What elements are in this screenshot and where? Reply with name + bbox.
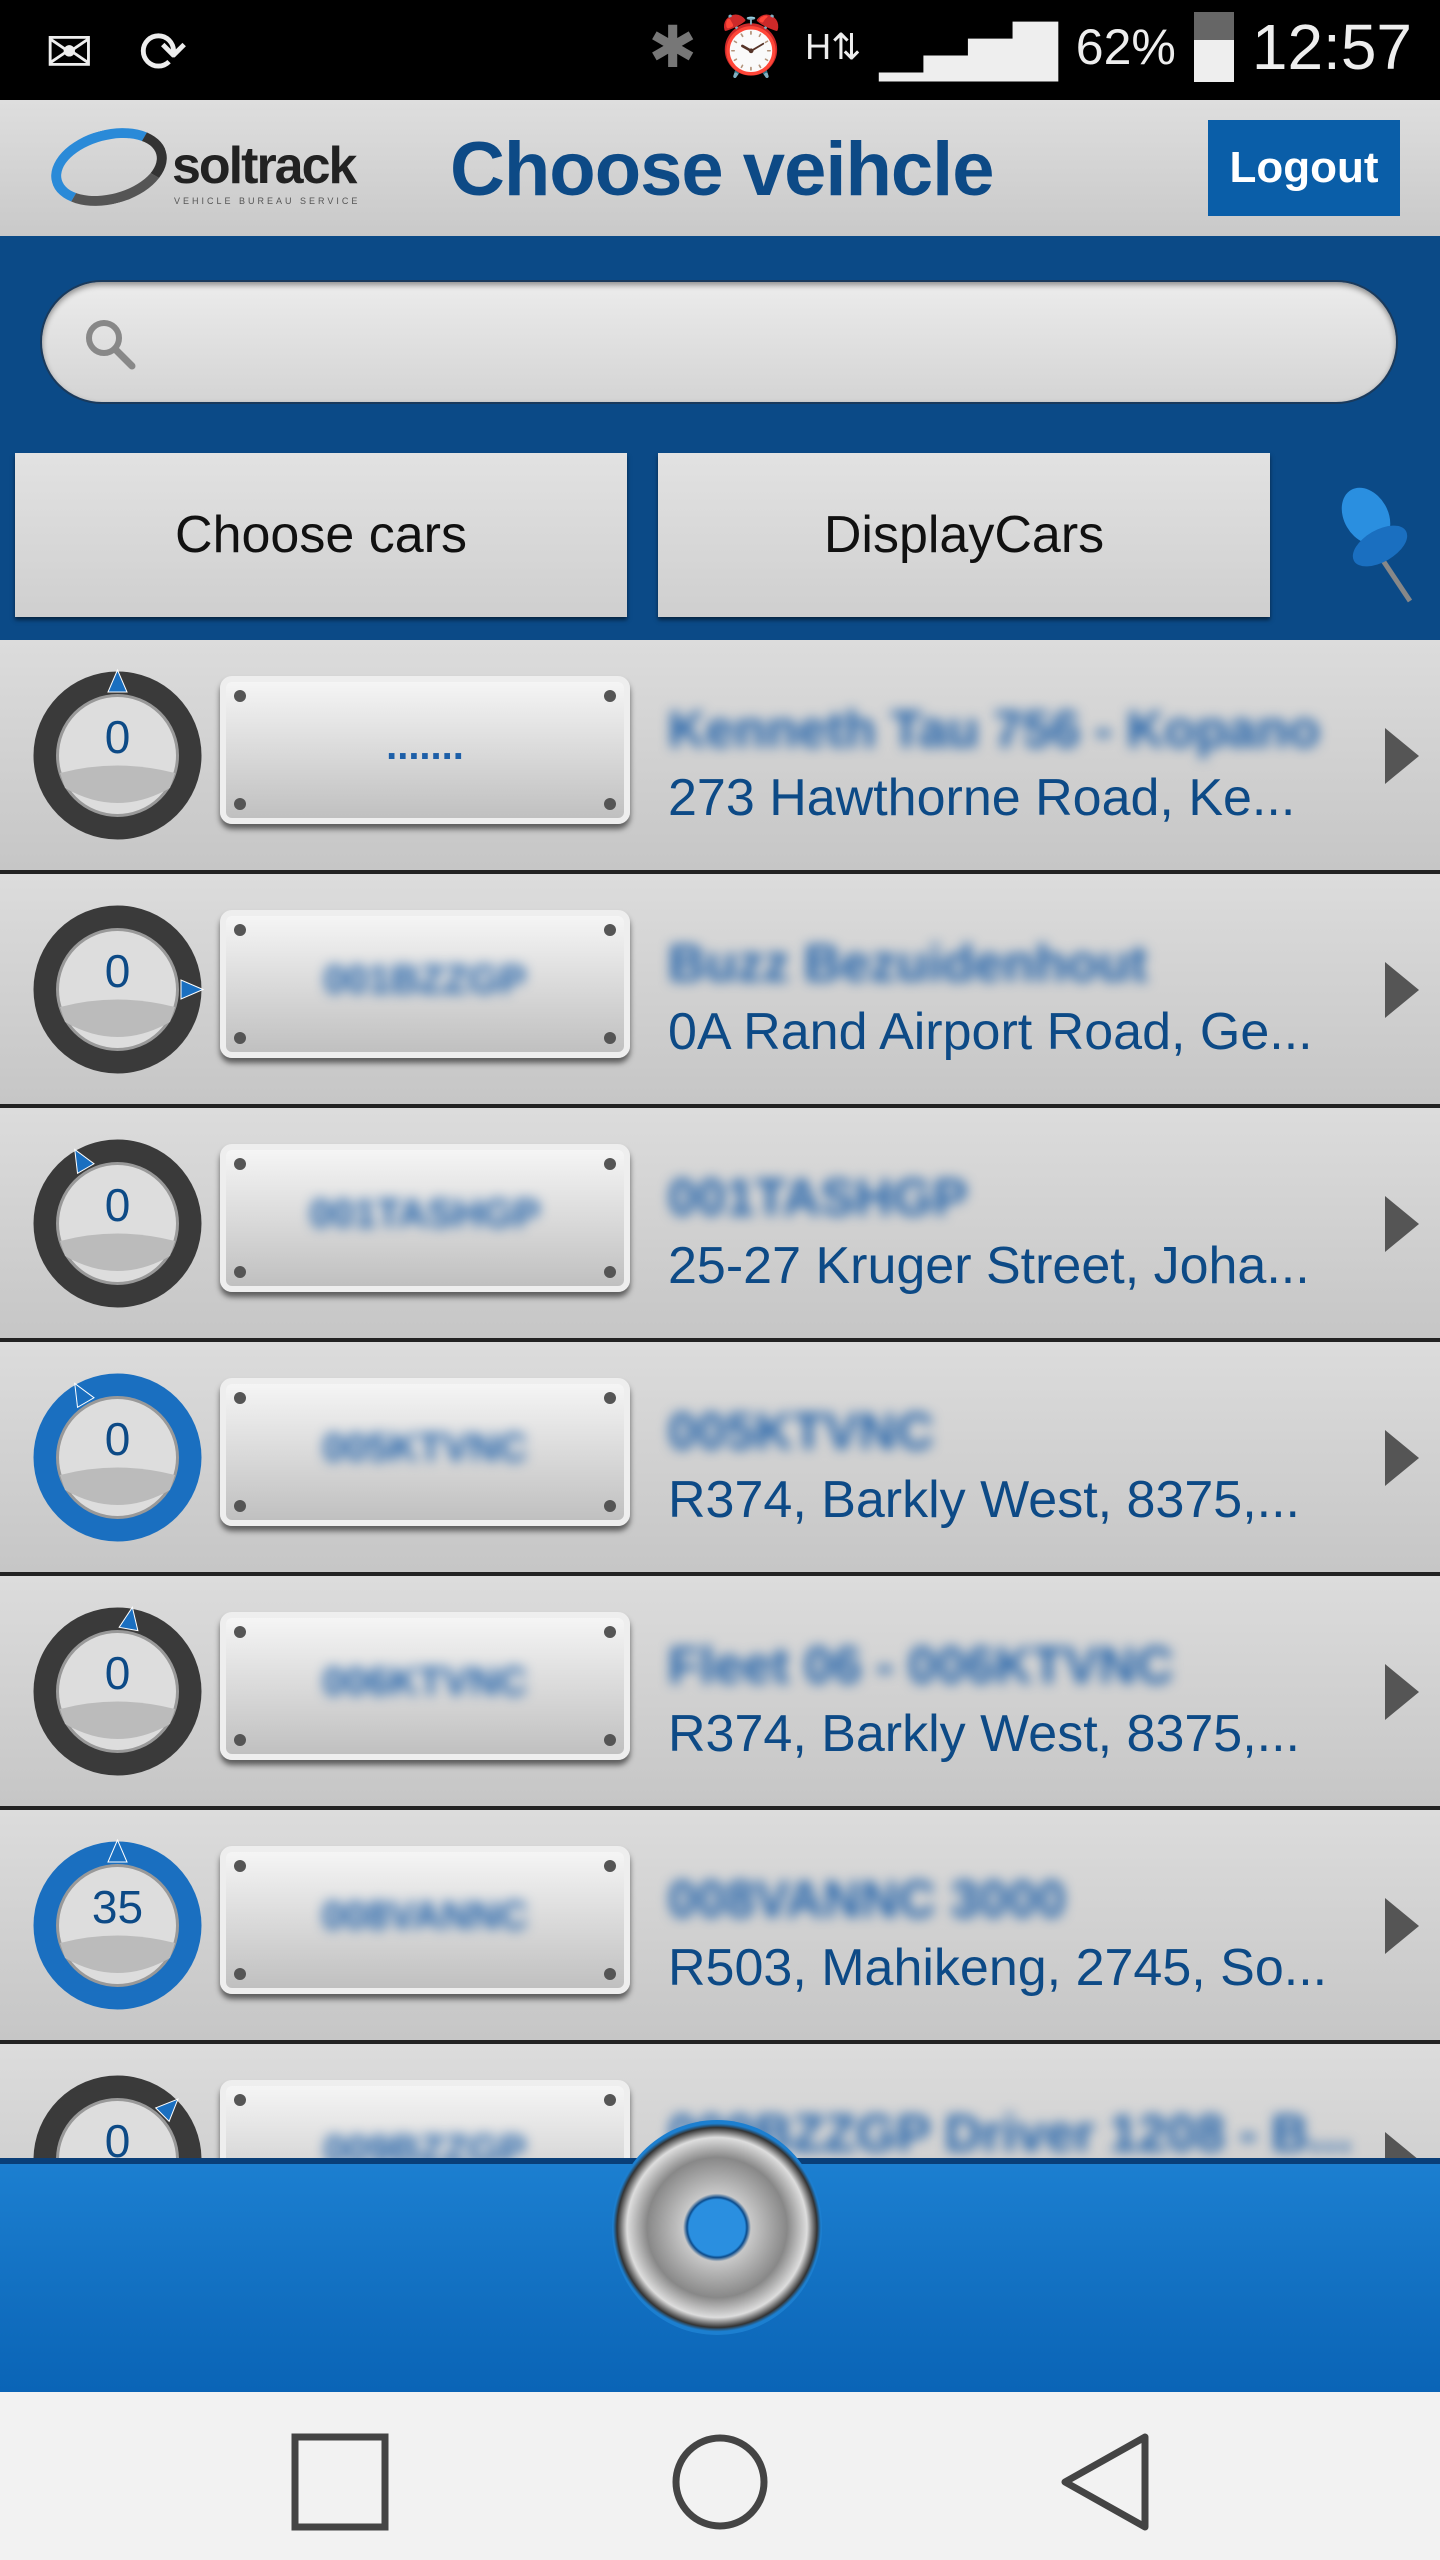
speed-value: 0 xyxy=(104,945,131,997)
vehicle-address: 273 Hawthorne Road, Ke... xyxy=(668,769,1296,827)
license-plate: 006KTVNC xyxy=(220,1612,630,1760)
sync-icon: ⟳ xyxy=(138,20,188,85)
plate-text: ....... xyxy=(386,724,464,768)
vehicle-row[interactable]: 0 001TASHGP 001TASHGP 25-27 Kruger Stree… xyxy=(0,1108,1440,1342)
vehicle-list[interactable]: 0 ....... Kenneth Tau 756 - Kopano 273 H… xyxy=(0,640,1440,2158)
android-nav-bar xyxy=(0,2392,1440,2560)
vehicle-row[interactable]: 0 001BZZGP Buzz Bezuidenhout 0A Rand Air… xyxy=(0,874,1440,1108)
speed-value: 0 xyxy=(104,1647,131,1699)
chevron-right-icon[interactable] xyxy=(1385,728,1419,784)
clock: 12:57 xyxy=(1251,11,1412,83)
signal-icon: ▁▃▅▇ xyxy=(879,15,1058,80)
license-plate: 001TASHGP xyxy=(220,1144,630,1292)
vehicle-row[interactable]: 0 005KTVNC 005KTVNC R374, Barkly West, 8… xyxy=(0,1342,1440,1576)
vehicle-name: 005KTVNC xyxy=(668,1403,934,1461)
search-input[interactable] xyxy=(152,302,1352,382)
speed-value: 0 xyxy=(104,1179,131,1231)
vehicle-address: R503, Mahikeng, 2745, So... xyxy=(668,1939,1328,1997)
pin-icon[interactable] xyxy=(1318,476,1428,606)
license-plate: 005KTVNC xyxy=(220,1378,630,1526)
speed-value: 0 xyxy=(104,1413,131,1465)
vehicle-row[interactable]: 0 006KTVNC Fleet 06 - 006KTVNC R374, Bar… xyxy=(0,1576,1440,1810)
chevron-right-icon[interactable] xyxy=(1385,1664,1419,1720)
plate-text: 009BZZGP xyxy=(323,2128,527,2158)
plate-text: 006KTVNC xyxy=(322,1660,528,1704)
home-dial-button[interactable] xyxy=(612,2120,822,2335)
soltrack-logo: soltrack VEHICLE BUREAU SERVICE xyxy=(42,115,380,219)
home-icon[interactable] xyxy=(670,2432,770,2532)
chevron-right-icon[interactable] xyxy=(1385,2132,1419,2158)
vehicle-address: R374, Barkly West, 8375,... xyxy=(668,1705,1300,1763)
license-plate: ....... xyxy=(220,676,630,824)
speed-value: 0 xyxy=(104,711,131,763)
gmail-icon: ✉ xyxy=(45,20,94,85)
plate-text: 005KTVNC xyxy=(322,1426,528,1470)
vehicle-name: Fleet 06 - 006KTVNC xyxy=(668,1637,1174,1695)
speed-value: 0 xyxy=(104,2115,131,2158)
search-bar[interactable] xyxy=(40,280,1398,404)
vehicle-row[interactable]: 35 008VANNC 008VANNC 3000 R503, Mahikeng… xyxy=(0,1810,1440,2044)
vehicle-name: Buzz Bezuidenhout xyxy=(668,935,1148,993)
bluetooth-icon: ✱ xyxy=(648,15,697,80)
vehicle-name: Kenneth Tau 756 - Kopano xyxy=(668,701,1320,759)
plate-text: 008VANNC xyxy=(322,1894,528,1938)
license-plate: 001BZZGP xyxy=(220,910,630,1058)
recent-apps-icon[interactable] xyxy=(290,2432,390,2532)
search-panel: Choose cars DisplayCars xyxy=(0,236,1440,640)
search-icon xyxy=(86,320,136,370)
chevron-right-icon[interactable] xyxy=(1385,1196,1419,1252)
plate-text: 001TASHGP xyxy=(309,1192,541,1236)
vehicle-address: R374, Barkly West, 8375,... xyxy=(668,1471,1300,1529)
back-icon[interactable] xyxy=(1055,2432,1155,2532)
chevron-right-icon[interactable] xyxy=(1385,1430,1419,1486)
vehicle-address: 0A Rand Airport Road, Ge... xyxy=(668,1003,1313,1061)
app-header: soltrack VEHICLE BUREAU SERVICE Choose v… xyxy=(0,100,1440,236)
battery-icon xyxy=(1193,12,1234,82)
choose-cars-button[interactable]: Choose cars xyxy=(15,453,627,617)
display-cars-button[interactable]: DisplayCars xyxy=(658,453,1270,617)
alarm-icon: ⏰ xyxy=(714,14,788,79)
page-title: Choose veihcle xyxy=(450,127,995,212)
chevron-right-icon[interactable] xyxy=(1385,1898,1419,1954)
vehicle-name: 001TASHGP xyxy=(668,1169,968,1227)
battery-percent: 62% xyxy=(1075,19,1176,75)
chevron-right-icon[interactable] xyxy=(1385,962,1419,1018)
vehicle-row[interactable]: 0 ....... Kenneth Tau 756 - Kopano 273 H… xyxy=(0,640,1440,874)
hspa-data-icon: H⇅ xyxy=(805,26,862,67)
logout-button[interactable]: Logout xyxy=(1208,120,1400,216)
license-plate: 009BZZGP xyxy=(220,2080,630,2158)
status-bar: ✉ ⟳ ✱ ⏰ H⇅ ▁▃▅▇ 62% 12:57 xyxy=(0,0,1440,100)
license-plate: 008VANNC xyxy=(220,1846,630,1994)
vehicle-name: 008VANNC 3000 xyxy=(668,1871,1066,1929)
speed-value: 35 xyxy=(91,1881,144,1933)
plate-text: 001BZZGP xyxy=(323,958,527,1002)
vehicle-address: 25-27 Kruger Street, Joha... xyxy=(668,1237,1310,1295)
